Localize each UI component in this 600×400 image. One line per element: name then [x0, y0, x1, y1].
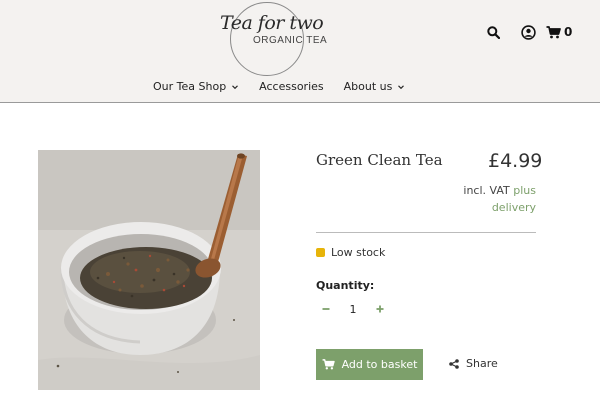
- cart-icon: [322, 359, 335, 370]
- minus-icon: [322, 308, 330, 310]
- quantity-decrease-button[interactable]: [316, 299, 336, 319]
- share-button[interactable]: Share: [449, 357, 498, 370]
- logo-script-text: Tea for two: [220, 12, 324, 34]
- nav-item-label: Accessories: [259, 80, 324, 93]
- account-button[interactable]: [517, 22, 539, 42]
- add-to-basket-button[interactable]: Add to basket: [316, 349, 423, 380]
- cart-button[interactable]: 0: [546, 22, 586, 42]
- nav-item-label: About us: [343, 80, 393, 93]
- product-price: £4.99: [488, 150, 543, 172]
- chevron-down-icon: [232, 84, 239, 89]
- quantity-input[interactable]: [341, 302, 365, 316]
- user-icon: [520, 24, 536, 40]
- stock-indicator-icon: [316, 248, 325, 257]
- vat-note: incl. VAT plus delivery: [463, 182, 536, 216]
- share-label: Share: [466, 357, 498, 370]
- quantity-label: Quantity:: [316, 279, 375, 292]
- cart-icon: [546, 25, 561, 38]
- header-icons: 0: [482, 22, 586, 42]
- logo-subtitle: ORGANIC TEA: [253, 35, 328, 46]
- search-button[interactable]: [482, 22, 504, 42]
- nav-item-about-us[interactable]: About us: [344, 80, 406, 93]
- brand-logo[interactable]: Tea for two ORGANIC TEA: [216, 2, 328, 76]
- stock-text: Low stock: [331, 246, 386, 259]
- add-to-basket-label: Add to basket: [341, 358, 418, 371]
- main-nav: Our Tea Shop Accessories About us: [153, 80, 425, 93]
- vat-prefix: incl. VAT: [463, 184, 510, 197]
- search-icon: [486, 25, 500, 39]
- cart-count: 0: [564, 25, 573, 39]
- vat-line-1: incl. VAT plus: [463, 182, 536, 199]
- chevron-down-icon: [398, 84, 405, 89]
- nav-item-our-tea-shop[interactable]: Our Tea Shop: [153, 80, 239, 93]
- site-header: Tea for two ORGANIC TEA 0 Our Tea Shop A…: [0, 0, 600, 103]
- share-icon: [449, 358, 459, 369]
- divider: [316, 232, 536, 233]
- nav-item-accessories[interactable]: Accessories: [259, 80, 323, 93]
- quantity-increase-button[interactable]: [370, 299, 390, 319]
- product-title: Green Clean Tea: [316, 151, 443, 169]
- delivery-link[interactable]: delivery: [463, 199, 536, 216]
- plus-icon: [376, 305, 384, 313]
- product-image[interactable]: [38, 150, 260, 390]
- vat-plus-link[interactable]: plus: [513, 184, 536, 197]
- nav-item-label: Our Tea Shop: [153, 80, 227, 93]
- quantity-stepper: [316, 298, 390, 320]
- tea-bowl-illustration: [38, 150, 260, 390]
- stock-status: Low stock: [316, 246, 385, 259]
